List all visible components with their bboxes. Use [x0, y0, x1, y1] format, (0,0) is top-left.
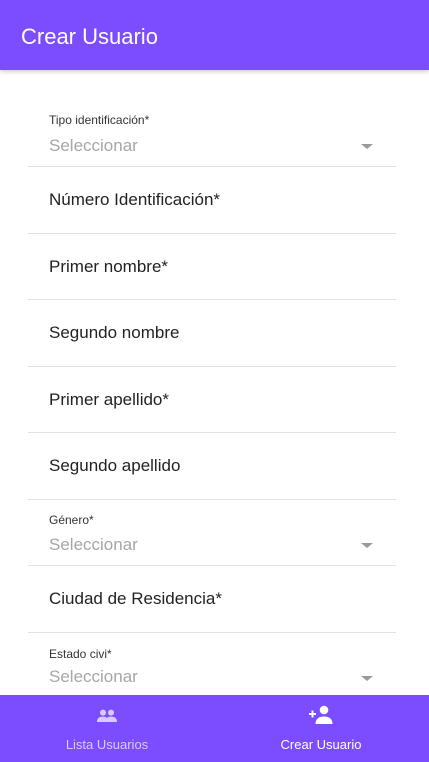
segundo-apellido-field[interactable]: Segundo apellido: [49, 456, 180, 476]
create-user-form: Tipo identificación* Seleccionar Número …: [0, 70, 429, 695]
chevron-down-icon[interactable]: [361, 144, 373, 149]
app: Crear Usuario Tipo identificación* Selec…: [0, 0, 429, 762]
genero-value[interactable]: Seleccionar: [49, 535, 138, 555]
numero-identificacion-field[interactable]: Número Identificación*: [49, 190, 220, 210]
divider: [28, 233, 396, 234]
genero-label: Género*: [49, 513, 94, 527]
segundo-nombre-field[interactable]: Segundo nombre: [49, 323, 179, 343]
divider: [28, 499, 396, 500]
ciudad-residencia-field[interactable]: Ciudad de Residencia*: [49, 589, 222, 609]
tipo-identificacion-label: Tipo identificación*: [49, 113, 150, 127]
divider: [28, 632, 396, 633]
divider: [28, 166, 396, 167]
divider: [28, 299, 396, 300]
divider: [28, 565, 396, 566]
chevron-down-icon[interactable]: [361, 543, 373, 548]
tab-label: Crear Usuario: [280, 737, 362, 752]
tab-label: Lista Usuarios: [65, 737, 149, 752]
tab-lista-usuarios[interactable]: Lista Usuarios: [0, 695, 214, 762]
people-icon: [97, 709, 117, 722]
estado-civil-value[interactable]: Seleccionar: [49, 667, 138, 687]
chevron-down-icon[interactable]: [361, 676, 373, 681]
tipo-identificacion-value[interactable]: Seleccionar: [49, 136, 138, 156]
primer-nombre-field[interactable]: Primer nombre*: [49, 257, 168, 277]
estado-civil-label: Estado civi*: [49, 647, 112, 661]
divider: [28, 366, 396, 367]
primer-apellido-field[interactable]: Primer apellido*: [49, 390, 169, 410]
app-header: Crear Usuario: [0, 0, 429, 70]
tab-crear-usuario[interactable]: Crear Usuario: [214, 695, 428, 762]
bottom-tab-bar: Lista Usuarios Crear Usuario: [0, 695, 429, 762]
person-add-icon: [309, 705, 333, 724]
page-title: Crear Usuario: [21, 24, 158, 49]
divider: [28, 432, 396, 433]
